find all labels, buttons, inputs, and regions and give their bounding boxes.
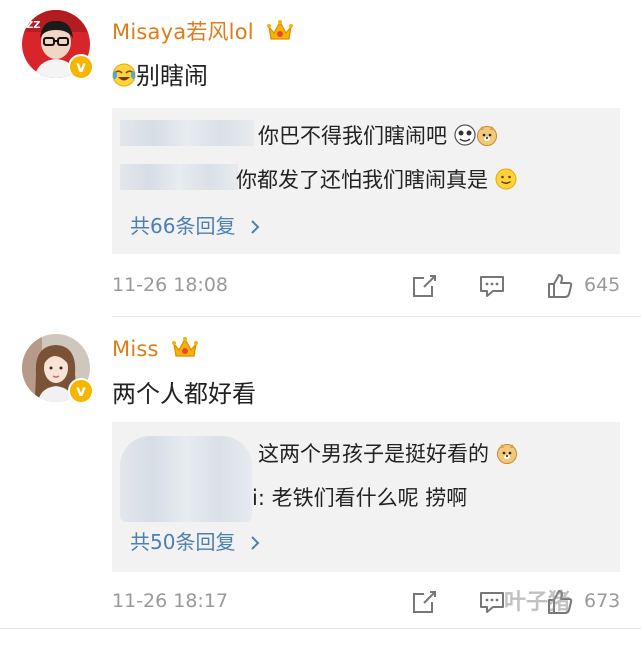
laugh-cry-emoji-icon: [112, 63, 136, 93]
comment-text: 别瞎闹: [112, 56, 208, 93]
comment-icon[interactable]: [478, 272, 506, 304]
avatar[interactable]: v: [22, 334, 94, 404]
watermark: 叶子猪: [498, 578, 600, 622]
more-replies-link[interactable]: 共50条回复: [130, 526, 260, 555]
more-replies-link[interactable]: 共66条回复: [130, 210, 260, 239]
blurred-username: [120, 120, 254, 146]
dizzy-emoji-icon: [454, 124, 476, 151]
share-icon[interactable]: [410, 588, 438, 620]
crown-icon: [171, 336, 198, 365]
like-count: 645: [584, 274, 621, 296]
username-text: Misaya若风lol: [112, 20, 254, 44]
timestamp: 11-26 18:08: [112, 274, 229, 296]
reply-item: 这两个男孩子是挺好看的: [258, 438, 518, 469]
thumbs-up-icon[interactable]: [546, 272, 574, 304]
reply-item: 你都发了还怕我们瞎闹真是: [236, 164, 517, 195]
username[interactable]: Misaya若风lol: [112, 16, 293, 48]
watermark-text: 叶子猪: [504, 590, 571, 615]
svg-text:ZZ: ZZ: [26, 20, 41, 31]
smile-emoji-icon: [495, 168, 517, 195]
comment-item: ZZ v Misaya若风lol 别瞎闹 你巴不得我们瞎闹吧 你都发了还怕我们瞎…: [0, 0, 641, 318]
verified-badge-icon: v: [68, 378, 94, 404]
username[interactable]: Miss: [112, 336, 198, 365]
reply-item: 你巴不得我们瞎闹吧: [258, 120, 498, 151]
username-text: Miss: [112, 337, 159, 361]
timestamp: 11-26 18:17: [112, 590, 229, 612]
comment-text-content: 别瞎闹: [136, 62, 208, 90]
avatar[interactable]: ZZ v: [22, 10, 94, 80]
blurred-username: [120, 436, 252, 522]
reply-item: i: 老铁们看什么呢 捞啊: [252, 486, 468, 510]
share-icon[interactable]: [410, 272, 438, 304]
chevron-right-icon: [243, 214, 260, 238]
divider: [0, 628, 641, 629]
doge-emoji-icon: [476, 124, 498, 151]
reply-box[interactable]: 你巴不得我们瞎闹吧 你都发了还怕我们瞎闹真是 共66条回复: [112, 108, 620, 254]
crown-icon: [266, 19, 293, 48]
reply-box[interactable]: 这两个男孩子是挺好看的 i: 老铁们看什么呢 捞啊 共50条回复: [112, 422, 620, 572]
chevron-right-icon: [243, 530, 260, 554]
comment-meta: 11-26 18:08 645: [112, 272, 622, 302]
divider: [112, 316, 641, 317]
doge-emoji-icon: [496, 442, 518, 469]
verified-badge-icon: v: [68, 54, 94, 80]
comment-text: 两个人都好看: [112, 380, 256, 408]
blurred-username: [120, 164, 238, 190]
